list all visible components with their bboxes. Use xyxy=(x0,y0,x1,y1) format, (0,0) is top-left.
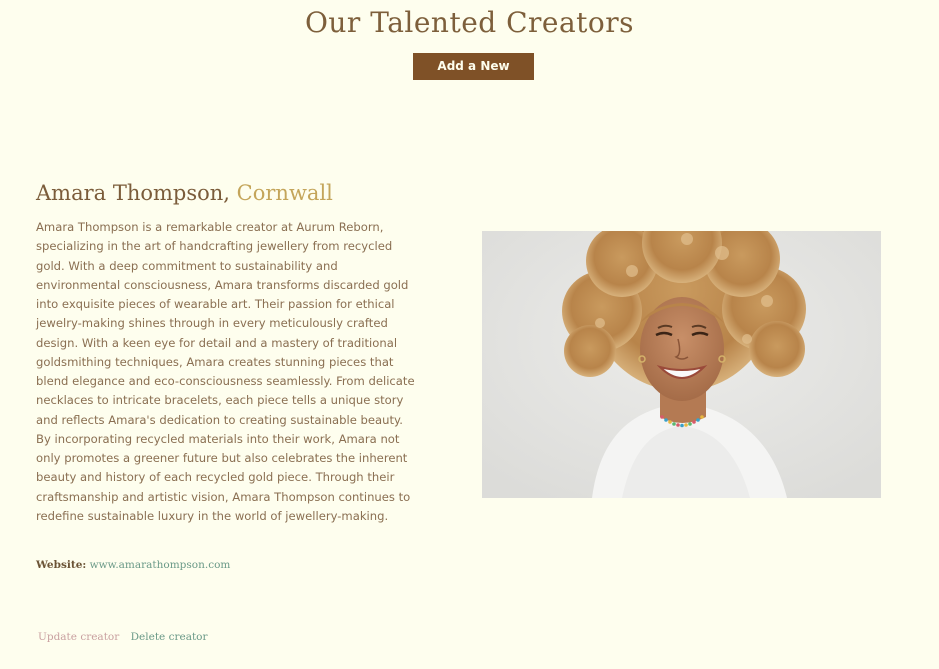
creator-actions: Update creator Delete creator xyxy=(38,631,216,643)
creator-location: Cornwall xyxy=(236,181,333,205)
website-link[interactable]: www.amarathompson.com xyxy=(90,559,231,571)
website-label: Website: xyxy=(36,559,87,571)
creator-heading: Amara Thompson, Cornwall xyxy=(36,181,333,205)
delete-creator-link[interactable]: Delete creator xyxy=(131,631,208,643)
creator-website: Website: www.amarathompson.com xyxy=(36,559,230,571)
creator-bio: Amara Thompson is a remarkable creator a… xyxy=(36,220,415,523)
update-creator-link[interactable]: Update creator xyxy=(38,631,119,643)
page-title: Our Talented Creators xyxy=(304,6,635,39)
creator-portrait-image xyxy=(482,231,881,498)
creator-photo xyxy=(482,231,881,498)
creator-name: Amara Thompson, xyxy=(36,181,230,205)
add-creator-button[interactable]: Add a New Creator xyxy=(413,53,534,100)
